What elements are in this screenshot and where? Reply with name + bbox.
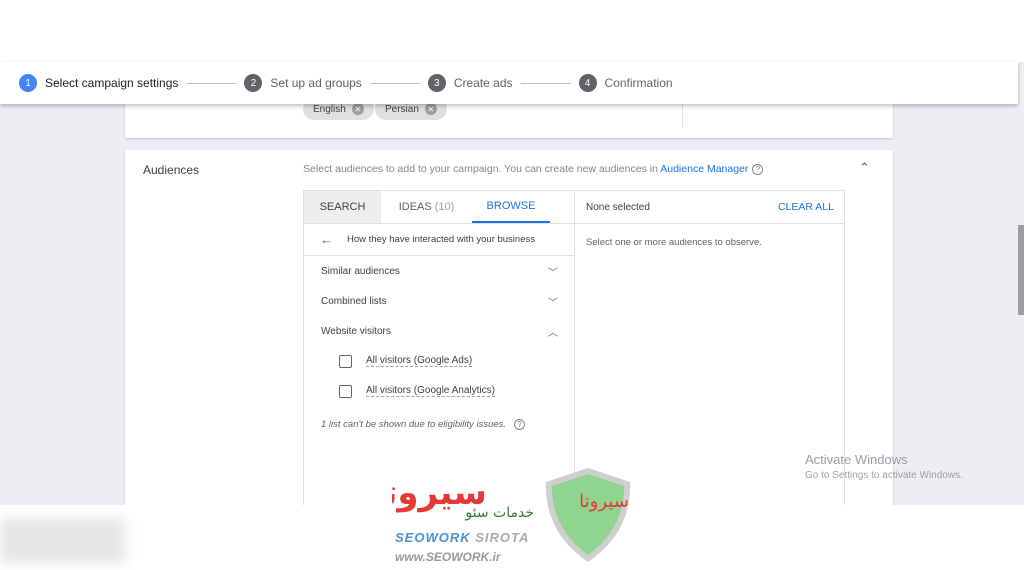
tab-ideas[interactable]: IDEAS (10)	[381, 191, 472, 223]
stepper: 1 Select campaign settings 2 Set up ad gro…	[0, 62, 1018, 104]
step-number: 4	[578, 74, 597, 92]
clear-all-button[interactable]: CLEAR ALL	[778, 201, 834, 213]
remove-icon[interactable]: ✕	[424, 103, 437, 115]
category-label: Combined lists	[321, 295, 387, 307]
step-number: 2	[244, 74, 263, 92]
option-label: All visitors (Google Ads)	[366, 355, 473, 367]
brand-url: www.SEOWORK.ir	[395, 550, 501, 564]
step-connector	[369, 82, 420, 84]
remove-icon[interactable]: ✕	[351, 103, 364, 115]
section-title: Audiences	[143, 163, 200, 177]
step-3[interactable]: 3 Create ads	[427, 74, 513, 92]
chevron-down-icon: ﹀	[548, 267, 558, 279]
brand-part: SIROTA	[475, 530, 530, 545]
checkbox[interactable]	[339, 384, 352, 398]
chevron-down-icon: ﹀	[548, 297, 558, 309]
activate-windows-watermark: Activate Windows Go to Settings to activ…	[805, 452, 963, 481]
help-icon[interactable]: ?	[752, 164, 764, 175]
section-description: Select audiences to add to your campaign…	[303, 163, 764, 175]
step-number: 1	[19, 74, 37, 92]
step-4[interactable]: 4 Confirmation	[578, 74, 673, 92]
step-connector	[186, 82, 237, 84]
category-combined[interactable]: Combined lists ﹀	[304, 286, 574, 316]
help-icon[interactable]: ?	[514, 419, 526, 430]
brand-name: SEOWORK SIROTA	[395, 530, 529, 545]
tab-count: (10)	[434, 201, 455, 213]
category-similar[interactable]: Similar audiences ﹀	[304, 256, 574, 286]
brand-part: SEOWORK	[395, 530, 471, 545]
step-number: 3	[427, 74, 446, 92]
checkbox[interactable]	[339, 354, 352, 368]
selected-count: None selected	[586, 201, 650, 213]
step-1[interactable]: 1 Select campaign settings	[19, 74, 178, 92]
chevron-up-icon[interactable]: ⌃	[859, 160, 870, 176]
watermark-title: Activate Windows	[805, 452, 908, 467]
category-label: Similar audiences	[321, 265, 400, 277]
audience-manager-link[interactable]: Audience Manager	[660, 163, 748, 175]
option-row[interactable]: All visitors (Google Ads)	[304, 346, 574, 376]
tabs: SEARCH IDEAS (10) BROWSE	[304, 191, 574, 224]
step-label: Create ads	[453, 76, 513, 90]
chip-label: English	[313, 103, 346, 115]
category-website-visitors[interactable]: Website visitors ︿	[304, 316, 574, 346]
arrow-left-icon[interactable]: ←	[320, 232, 333, 247]
description-text: Select audiences to add to your campaign…	[303, 163, 661, 175]
chevron-up-icon: ︿	[548, 327, 558, 339]
svg-text:خدمات سئو: خدمات سئو	[464, 505, 534, 521]
step-label: Select campaign settings	[45, 76, 179, 90]
back-label: How they have interacted with your busin…	[347, 234, 535, 245]
note-text: 1 list can't be shown due to eligibility…	[321, 419, 507, 430]
audiences-card: Audiences Select audiences to add to you…	[125, 150, 893, 510]
step-label: Set up ad groups	[270, 76, 362, 90]
tab-label: IDEAS	[398, 201, 432, 213]
step-2[interactable]: 2 Set up ad groups	[244, 74, 362, 92]
tab-browse[interactable]: BROWSE	[472, 191, 550, 223]
option-row[interactable]: All visitors (Google Analytics)	[304, 376, 574, 406]
step-label: Confirmation	[604, 76, 673, 90]
top-blank	[0, 0, 1024, 62]
scrollbar[interactable]	[1018, 225, 1024, 315]
step-connector	[520, 82, 571, 84]
svg-text:سیروتا: سیروتا	[579, 491, 629, 512]
category-label: Website visitors	[321, 325, 391, 337]
selected-header: None selected CLEAR ALL	[575, 191, 844, 224]
chip-label: Persian	[385, 103, 419, 115]
option-label: All visitors (Google Analytics)	[366, 385, 495, 397]
eligibility-note: 1 list can't be shown due to eligibility…	[304, 406, 574, 430]
empty-state: Select one or more audiences to observe.	[586, 237, 762, 248]
back-row[interactable]: ← How they have interacted with your busi…	[304, 224, 574, 256]
blurred-area	[0, 518, 125, 563]
watermark-subtitle: Go to Settings to activate Windows.	[805, 470, 963, 481]
tab-search[interactable]: SEARCH	[304, 191, 381, 223]
